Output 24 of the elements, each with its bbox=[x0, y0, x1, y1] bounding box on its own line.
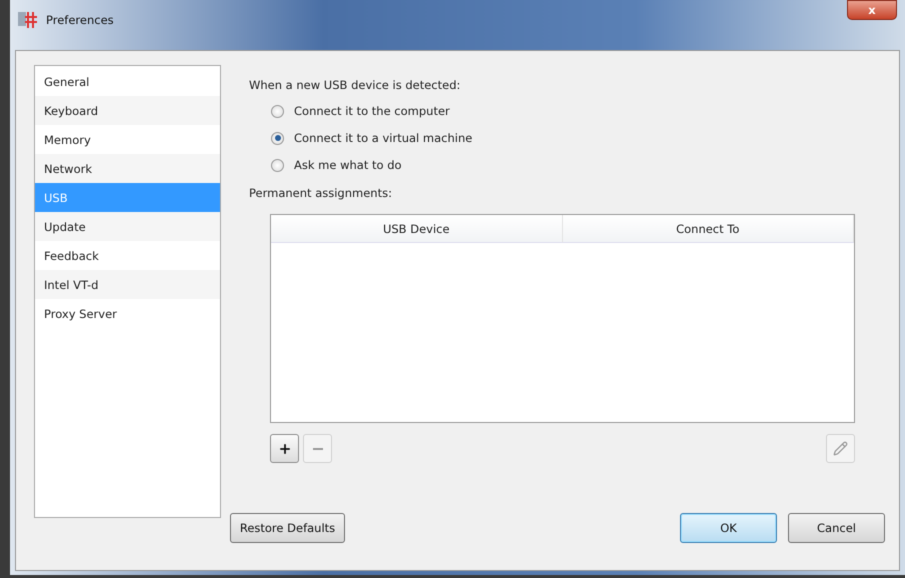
sidebar-item[interactable]: Keyboard bbox=[35, 96, 220, 125]
radio-button[interactable] bbox=[271, 104, 284, 118]
column-header[interactable]: Connect To bbox=[562, 215, 854, 243]
sidebar-item[interactable]: Update bbox=[35, 212, 220, 241]
add-button[interactable] bbox=[270, 434, 299, 463]
window-title: Preferences bbox=[46, 13, 114, 27]
cancel-button[interactable]: Cancel bbox=[788, 513, 885, 543]
app-logo-icon bbox=[18, 10, 40, 30]
radio-label: Connect it to the computer bbox=[294, 104, 450, 118]
column-header[interactable]: USB Device bbox=[271, 215, 562, 243]
radio-label: Ask me what to do bbox=[294, 158, 402, 172]
radio-button[interactable] bbox=[271, 132, 284, 144]
sidebar-item[interactable]: Network bbox=[35, 154, 220, 183]
plus-icon bbox=[278, 442, 292, 456]
ok-button[interactable]: OK bbox=[680, 513, 777, 543]
prompt-label: When a new USB device is detected: bbox=[249, 78, 462, 92]
pencil-icon bbox=[833, 441, 848, 456]
section-label: Permanent assignments: bbox=[249, 186, 392, 200]
sidebar-item[interactable]: Intel VT-d bbox=[35, 270, 220, 299]
restore-defaults-button[interactable]: Restore Defaults bbox=[230, 513, 345, 543]
edit-button[interactable] bbox=[826, 434, 855, 463]
radio-label: Connect it to a virtual machine bbox=[294, 131, 472, 145]
minus-icon bbox=[312, 448, 322, 450]
radio-button[interactable] bbox=[271, 158, 284, 172]
